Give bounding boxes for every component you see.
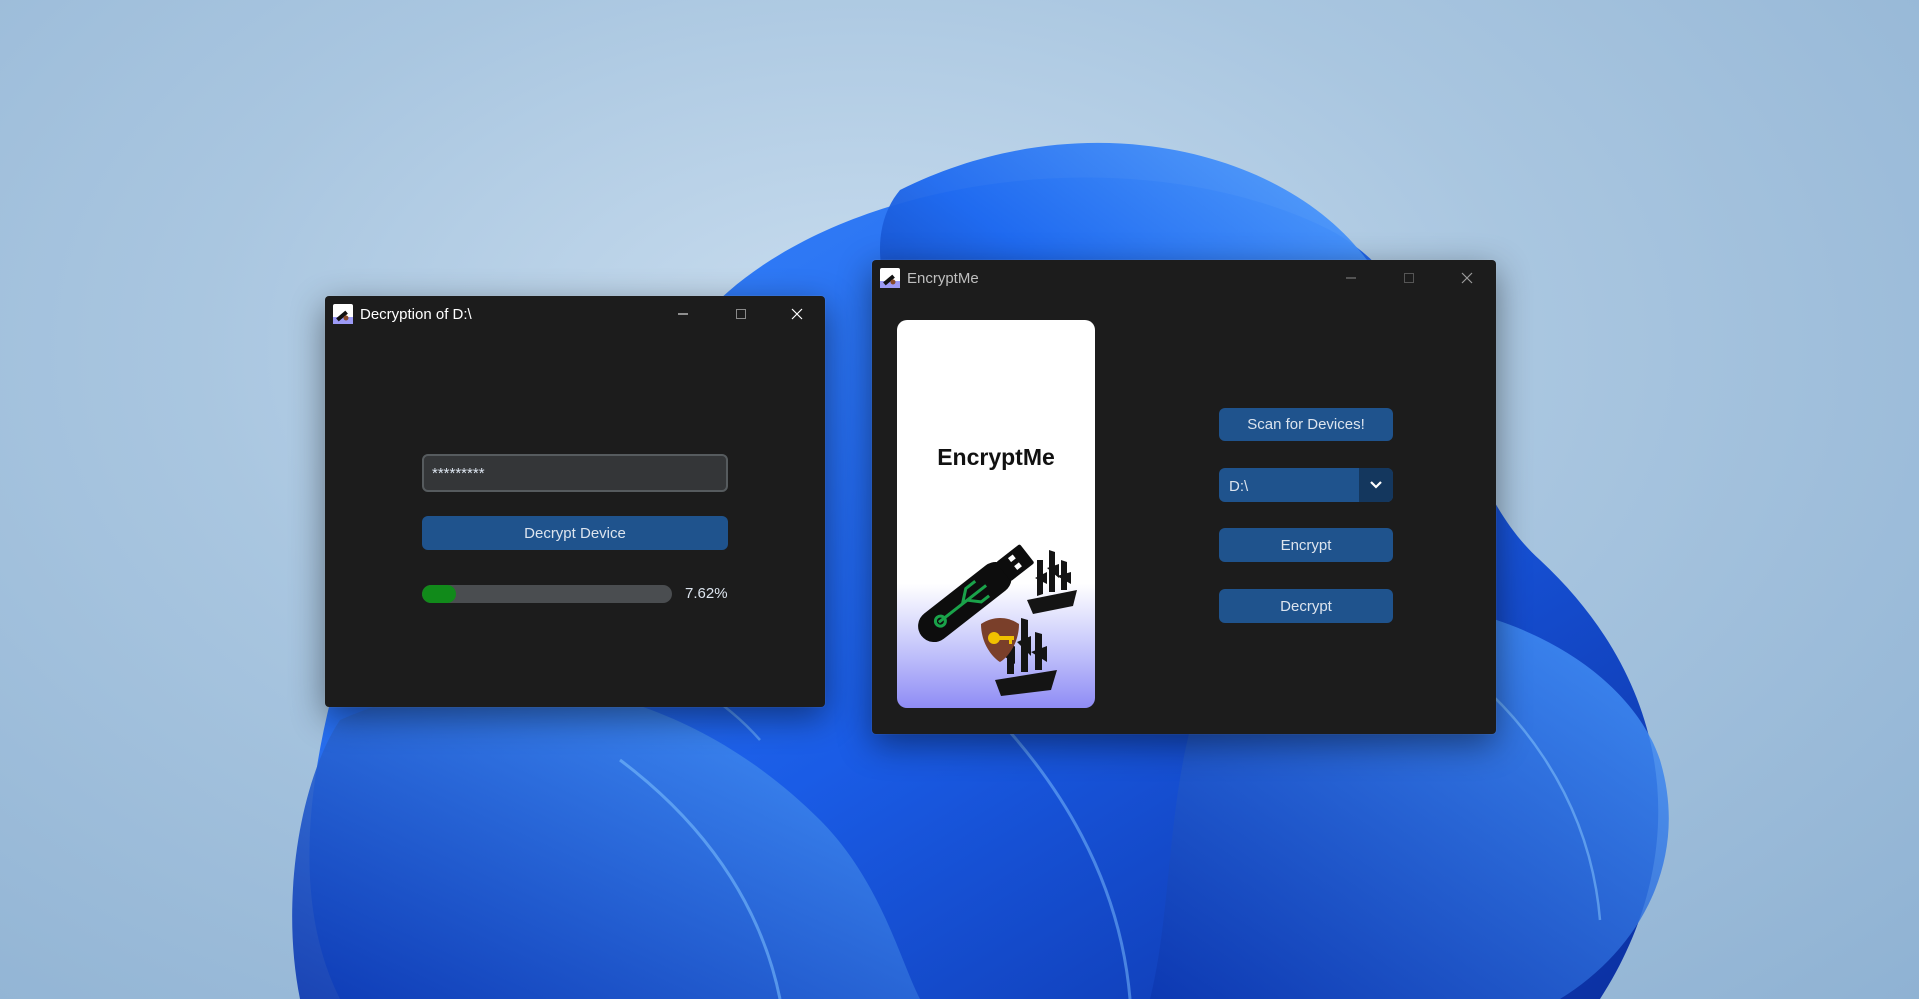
scan-devices-button-label: Scan for Devices! — [1247, 416, 1365, 433]
decryption-progress-fill — [422, 585, 457, 603]
minimize-icon — [1346, 277, 1356, 279]
encryptme-app-icon — [880, 268, 900, 288]
maximize-button[interactable] — [712, 296, 770, 332]
encryptme-window: EncryptMe EncryptMe Scan for Devices! D:… — [872, 260, 1496, 734]
device-select-toggle[interactable] — [1359, 468, 1393, 502]
progress-percent-label: 7.62% — [685, 585, 728, 602]
device-select[interactable]: D:\ — [1219, 468, 1393, 502]
maximize-icon — [1404, 273, 1414, 283]
minimize-button[interactable] — [654, 296, 712, 332]
decrypt-button[interactable]: Decrypt — [1219, 589, 1393, 623]
window-title: Decryption of D:\ — [360, 306, 472, 323]
decrypt-device-button-label: Decrypt Device — [524, 524, 626, 542]
decrypt-device-button[interactable]: Decrypt Device — [422, 516, 728, 550]
close-icon — [1461, 272, 1473, 284]
encryptme-app-icon — [333, 304, 353, 324]
scan-devices-button[interactable]: Scan for Devices! — [1219, 408, 1393, 441]
chevron-down-icon — [1370, 481, 1382, 489]
minimize-icon — [678, 313, 688, 315]
encrypt-button-label: Encrypt — [1280, 536, 1332, 554]
close-button[interactable] — [1438, 260, 1496, 296]
usb-drive-shield-key-ships-logo — [918, 544, 1077, 696]
minimize-button[interactable] — [1322, 260, 1380, 296]
app-logo-panel: EncryptMe — [897, 320, 1095, 708]
decryption-progress-bar — [422, 585, 672, 603]
close-icon — [791, 308, 803, 320]
logo-text: EncryptMe — [937, 444, 1055, 470]
maximize-icon — [736, 309, 746, 319]
decryption-window: Decryption of D:\ Decrypt Device 7.62% — [325, 296, 825, 707]
encrypt-button[interactable]: Encrypt — [1219, 528, 1393, 562]
decryption-window-titlebar[interactable]: Decryption of D:\ — [325, 296, 825, 332]
maximize-button[interactable] — [1380, 260, 1438, 296]
close-button[interactable] — [768, 296, 825, 332]
device-select-value: D:\ — [1229, 478, 1249, 495]
decrypt-button-label: Decrypt — [1280, 597, 1332, 615]
window-title: EncryptMe — [907, 270, 979, 287]
password-input[interactable] — [422, 454, 728, 492]
encryptme-window-titlebar[interactable]: EncryptMe — [872, 260, 1496, 296]
